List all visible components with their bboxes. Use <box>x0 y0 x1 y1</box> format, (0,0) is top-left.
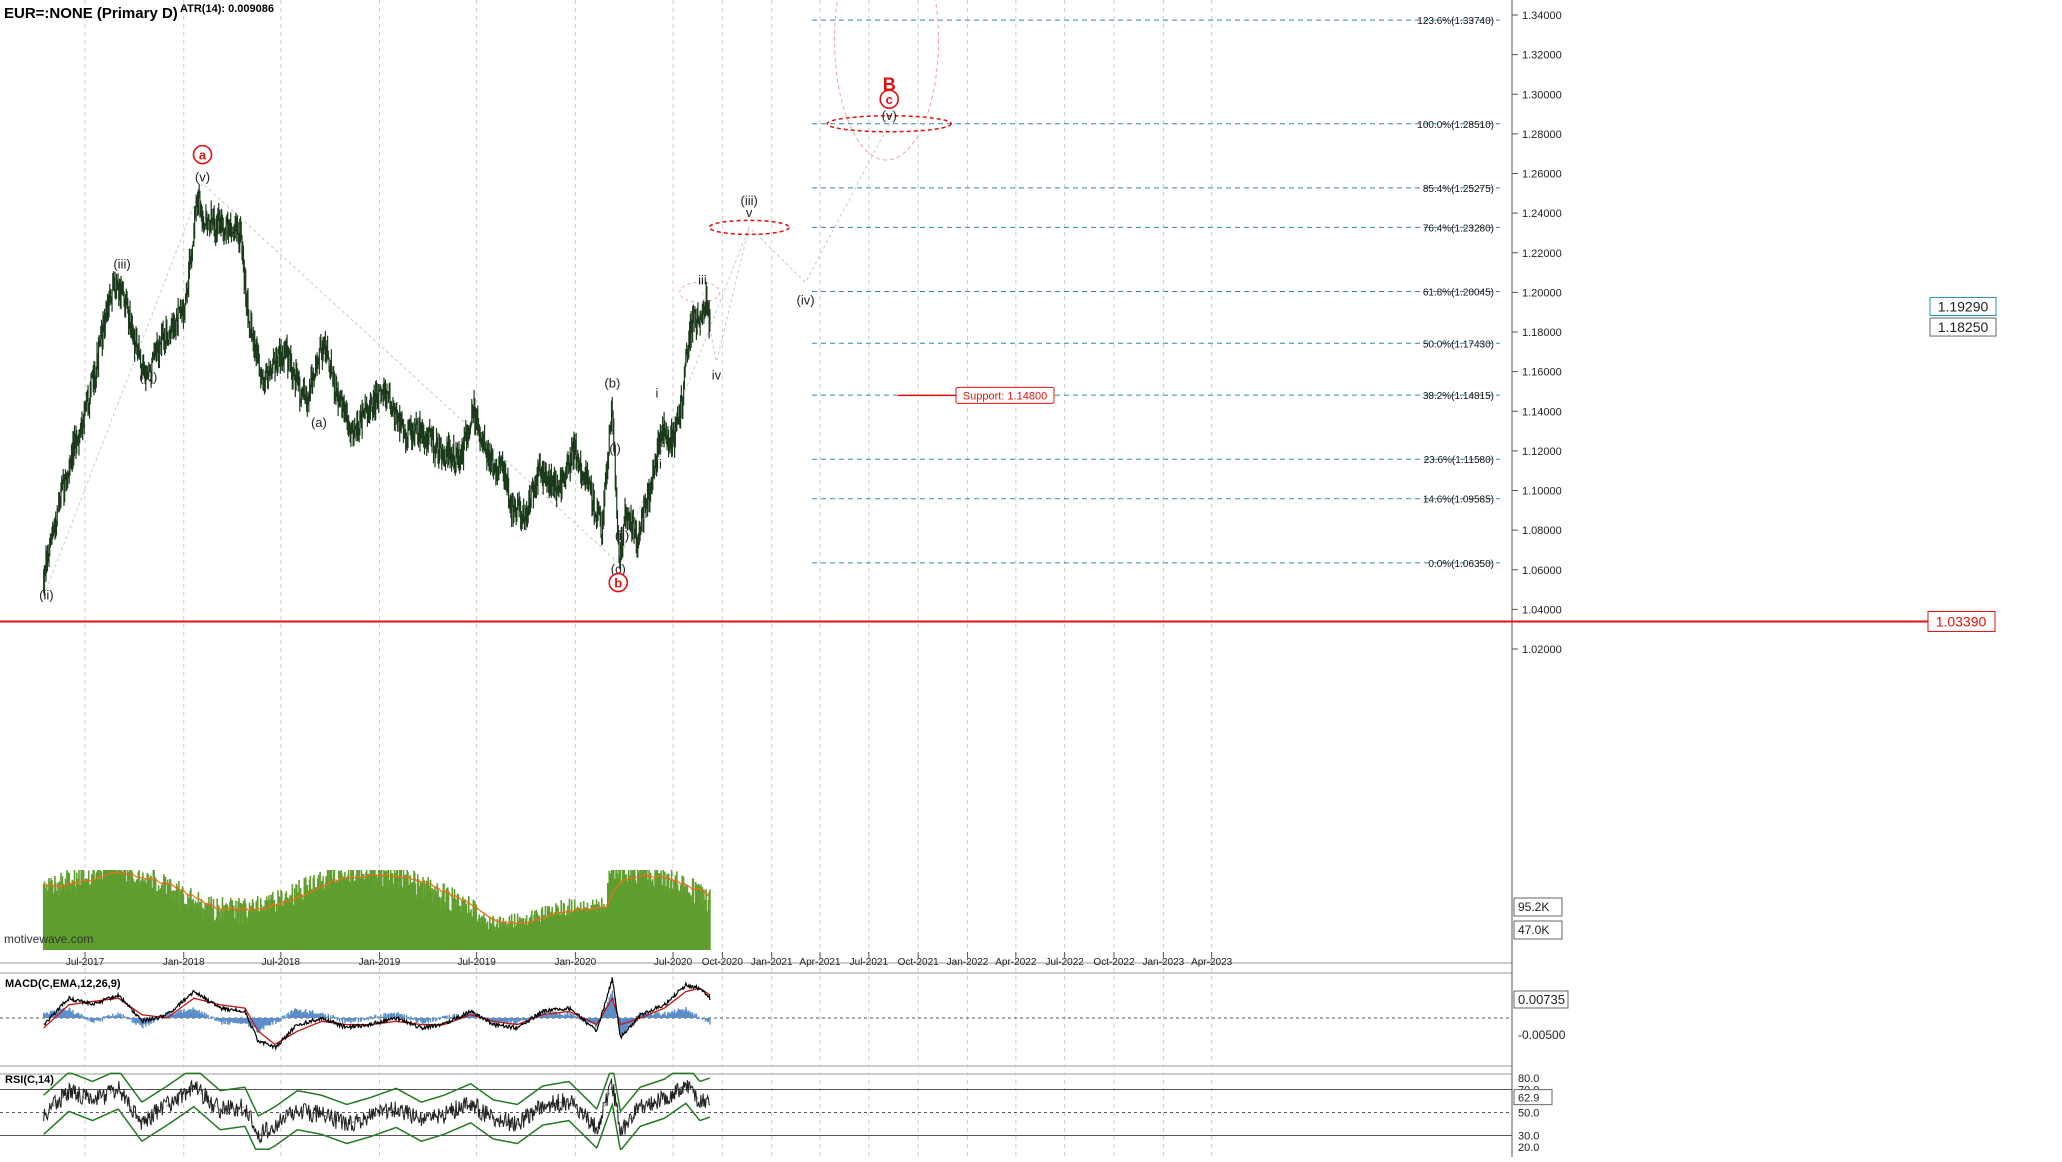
x-tick-label: Jan-2022 <box>947 957 989 968</box>
y-tick-label: 1.02000 <box>1522 644 1562 656</box>
y-tick-label: 1.20000 <box>1522 287 1562 299</box>
wave-label: (i) <box>609 441 621 456</box>
wave-label: iii <box>698 272 707 287</box>
y-tick-label: 1.08000 <box>1522 525 1562 537</box>
wave-label: (v) <box>882 108 897 123</box>
price-axis: 1.34000 1.32000 1.30000 1.28000 1.26000 1.240… <box>1512 10 1562 656</box>
wave-label: iv <box>712 368 722 383</box>
macd-title: MACD(C,EMA,12,26,9) <box>5 978 121 990</box>
y-tick-label: 1.16000 <box>1522 367 1562 379</box>
vertical-gridlines: Jul-2017 Jan-2018 Jul-2018 Jan-2019 Jul-2019… <box>66 0 1233 1157</box>
x-tick-label: Apr-2022 <box>995 957 1037 968</box>
x-tick-label: Jul-2021 <box>850 957 889 968</box>
x-tick-label: Jan-2021 <box>751 957 793 968</box>
wave-label: (iv) <box>139 370 157 385</box>
x-tick-label: Oct-2020 <box>702 957 744 968</box>
y-tick-label: 1.04000 <box>1522 604 1562 616</box>
wave-label: ii <box>656 457 662 472</box>
volume-tick-label: 47.0K <box>1518 923 1549 937</box>
x-tick-label: Apr-2021 <box>799 957 841 968</box>
rsi-last-value: 62.9 <box>1518 1093 1539 1105</box>
x-tick-label: Jan-2020 <box>555 957 597 968</box>
wave-label: (ii) <box>39 587 53 602</box>
fib-label: 0.0%(1.06350) <box>1428 559 1494 570</box>
y-tick-label: 1.14000 <box>1522 406 1562 418</box>
x-tick-label: Jul-2020 <box>654 957 693 968</box>
projection-path <box>702 226 750 362</box>
rsi-panel: 80.070.050.030.020.062.9 <box>0 1072 1553 1154</box>
fib-label: 23.6%(1.11580) <box>1424 455 1494 466</box>
fib-label: 85.4%(1.25275) <box>1423 184 1494 195</box>
y-tick-label: 1.34000 <box>1522 10 1562 22</box>
y-tick-label: 1.28000 <box>1522 129 1562 141</box>
fib-label: 14.6%(1.09585) <box>1423 495 1494 506</box>
fib-label: 50.0%(1.17430) <box>1423 339 1494 350</box>
wave-label: c <box>886 92 893 107</box>
fib-label: 123.6%(1.33740) <box>1417 16 1494 27</box>
volume-tick-label: 95.2K <box>1518 900 1549 914</box>
rsi-title: RSI(C,14) <box>5 1074 54 1086</box>
y-tick-label: 1.22000 <box>1522 248 1562 260</box>
wave-label: (ii) <box>615 528 629 543</box>
x-tick-label: Jul-2022 <box>1045 957 1084 968</box>
watermark: motivewave.com <box>4 932 94 946</box>
y-tick-label: 1.06000 <box>1522 565 1562 577</box>
support-label: Support: 1.14800 <box>963 390 1047 402</box>
fib-label: 100.0%(1.28510) <box>1417 120 1494 131</box>
y-tick-label: 1.24000 <box>1522 208 1562 220</box>
wave-label: (b) <box>604 375 620 390</box>
chart-stage[interactable]: Jul-2017 Jan-2018 Jul-2018 Jan-2019 Jul-2019… <box>0 0 2062 1157</box>
rsi-tick-label: 30.0 <box>1518 1131 1539 1143</box>
price-label: 1.18250 <box>1938 319 1989 335</box>
wave-label: i <box>655 385 658 400</box>
x-tick-label: Apr-2023 <box>1191 957 1233 968</box>
fib-label: 38.2%(1.14815) <box>1423 391 1494 402</box>
chart-svg[interactable]: Jul-2017 Jan-2018 Jul-2018 Jan-2019 Jul-2019… <box>0 0 2062 1157</box>
macd-tick-label: -0.00500 <box>1518 1028 1566 1042</box>
wave-label: (iv) <box>796 292 814 307</box>
projection-path <box>45 123 890 590</box>
horizontal-level-label: 1.03390 <box>1936 613 1987 629</box>
rsi-tick-label: 80.0 <box>1518 1073 1539 1085</box>
macd-panel: 0.00735 -0.00500 <box>0 977 1569 1052</box>
volume-bars <box>42 870 711 950</box>
wave-label: B <box>883 74 896 94</box>
wave-label: b <box>614 576 622 591</box>
x-tick-label: Jan-2023 <box>1143 957 1185 968</box>
macd-last-value: 0.00735 <box>1518 992 1565 1007</box>
x-tick-label: Jan-2018 <box>163 957 205 968</box>
y-tick-label: 1.12000 <box>1522 446 1562 458</box>
rsi-tick-label: 20.0 <box>1518 1142 1539 1154</box>
atr-label: ATR(14): 0.009086 <box>180 3 274 15</box>
wave-label: (iii) <box>113 257 130 272</box>
wave-label: (a) <box>311 415 327 430</box>
wave-label: (v) <box>195 169 210 184</box>
x-tick-label: Jul-2018 <box>262 957 301 968</box>
y-tick-label: 1.18000 <box>1522 327 1562 339</box>
fib-label: 61.8%(1.20045) <box>1423 287 1494 298</box>
last-price-label: 1.19290 <box>1938 298 1989 314</box>
fib-levels: 123.6%(1.33740) 100.0%(1.28510) 85.4%(1.25… <box>812 16 1500 570</box>
x-tick-label: Jul-2019 <box>457 957 496 968</box>
x-tick-label: Jul-2017 <box>66 957 105 968</box>
x-tick-label: Jan-2019 <box>359 957 401 968</box>
x-tick-label: Oct-2022 <box>1093 957 1135 968</box>
y-tick-label: 1.26000 <box>1522 169 1562 181</box>
x-tick-label: Oct-2021 <box>898 957 940 968</box>
rsi-tick-label: 50.0 <box>1518 1108 1539 1120</box>
y-tick-label: 1.10000 <box>1522 486 1562 498</box>
y-tick-label: 1.32000 <box>1522 50 1562 62</box>
wave-label: a <box>199 148 207 163</box>
chart-title: EUR=:NONE (Primary D) <box>4 5 178 22</box>
wave-label: v <box>746 205 753 220</box>
y-tick-label: 1.30000 <box>1522 89 1562 101</box>
fib-label: 76.4%(1.23280) <box>1423 223 1494 234</box>
